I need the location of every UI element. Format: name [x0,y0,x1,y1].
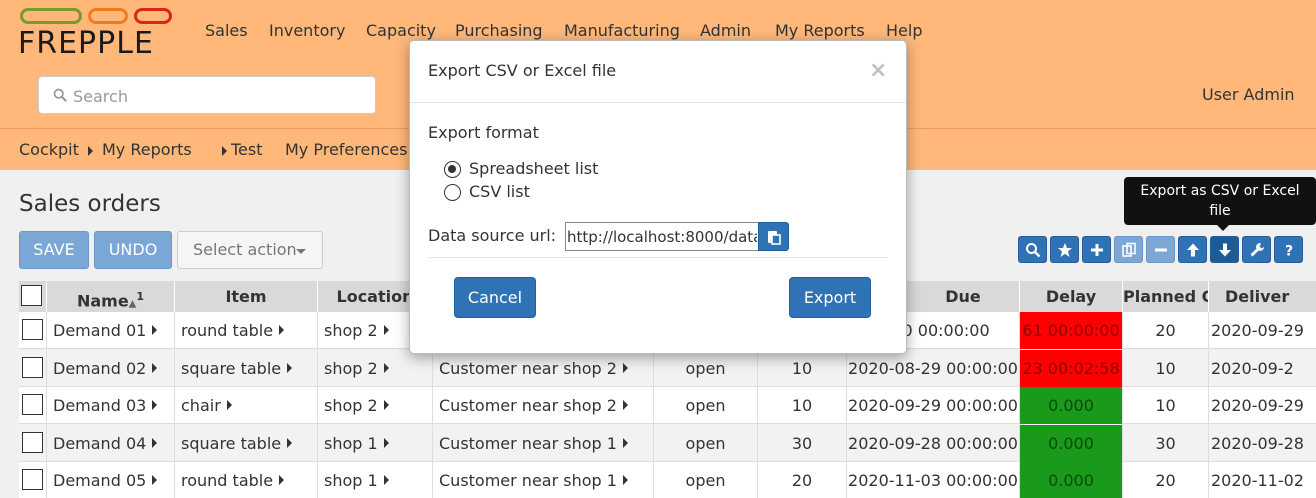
spreadsheet-label[interactable]: Spreadsheet list [469,159,598,178]
cancel-button[interactable]: Cancel [454,277,536,318]
close-icon[interactable]: × [869,58,887,83]
dialog-footer-divider [428,257,888,258]
dialog-divider [410,102,906,103]
data-source-url-field[interactable] [565,222,759,251]
clipboard-icon [768,231,781,245]
dialog-title: Export CSV or Excel file [428,61,617,80]
data-source-url-label: Data source url: [428,226,557,245]
data-source-url-input[interactable] [567,226,757,248]
copy-url-button[interactable] [758,222,789,251]
csv-radio[interactable] [444,184,461,201]
export-dialog: Export CSV or Excel file × Export format… [409,40,907,354]
csv-label[interactable]: CSV list [469,182,530,201]
export-confirm-button[interactable]: Export [789,277,871,318]
export-format-label: Export format [428,123,539,142]
spreadsheet-radio[interactable] [444,161,461,178]
